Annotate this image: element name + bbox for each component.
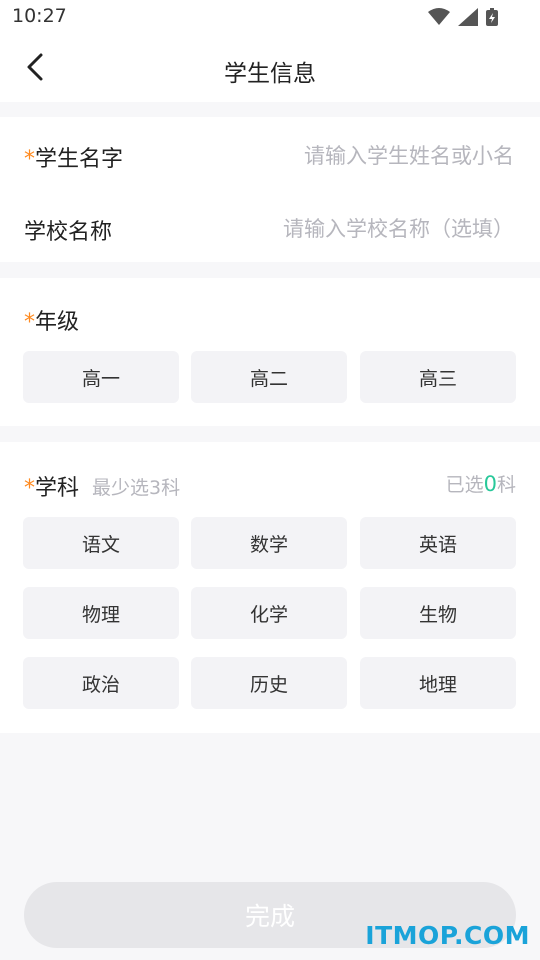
nav-bar: 学生信息 xyxy=(0,34,540,102)
subject-option-history[interactable]: 历史 xyxy=(191,657,347,709)
subject-option-math[interactable]: 数学 xyxy=(191,517,347,569)
wifi-icon xyxy=(428,8,450,25)
grade-label-text: 年级 xyxy=(35,310,80,335)
page-title: 学生信息 xyxy=(224,61,316,87)
student-name-input[interactable] xyxy=(252,135,516,177)
grade-option-1[interactable]: 高一 xyxy=(23,351,179,403)
battery-icon xyxy=(486,8,498,26)
subject-label-text: 学科 xyxy=(35,476,80,501)
selected-suffix: 科 xyxy=(496,474,516,496)
watermark-logo: ITMOP.COM xyxy=(365,921,530,950)
school-name-input[interactable] xyxy=(232,208,516,250)
status-bar: 10:27 xyxy=(0,0,540,34)
grade-option-2[interactable]: 高二 xyxy=(191,351,347,403)
status-time: 10:27 xyxy=(12,5,67,27)
selected-prefix: 已选 xyxy=(445,474,484,496)
subject-card: *学科 最少选3科 已选0科 语文 数学 英语 物理 化学 生物 政治 历史 地… xyxy=(0,442,540,733)
signal-icon xyxy=(458,8,478,26)
subject-label: *学科 xyxy=(24,470,79,502)
subject-option-geography[interactable]: 地理 xyxy=(360,657,516,709)
subject-option-biology[interactable]: 生物 xyxy=(360,587,516,639)
subject-option-chemistry[interactable]: 化学 xyxy=(191,587,347,639)
grade-card: *年级 高一 高二 高三 xyxy=(0,278,540,426)
subject-option-politics[interactable]: 政治 xyxy=(23,657,179,709)
student-name-label-text: 学生名字 xyxy=(35,147,124,172)
selected-count: 0 xyxy=(483,472,497,496)
grade-label: *年级 xyxy=(24,304,79,336)
required-star: * xyxy=(24,147,35,172)
required-star: * xyxy=(24,310,35,335)
basic-info-card: *学生名字 学校名称 xyxy=(0,117,540,262)
grade-option-3[interactable]: 高三 xyxy=(360,351,516,403)
student-name-label: *学生名字 xyxy=(24,141,123,173)
school-name-label: 学校名称 xyxy=(24,220,113,245)
selected-count-text: 已选0科 xyxy=(446,470,516,497)
status-icons xyxy=(428,8,498,26)
required-star: * xyxy=(24,476,35,501)
subject-option-english[interactable]: 英语 xyxy=(360,517,516,569)
subject-min-hint: 最少选3科 xyxy=(92,477,181,499)
subject-option-chinese[interactable]: 语文 xyxy=(23,517,179,569)
subject-option-physics[interactable]: 物理 xyxy=(23,587,179,639)
